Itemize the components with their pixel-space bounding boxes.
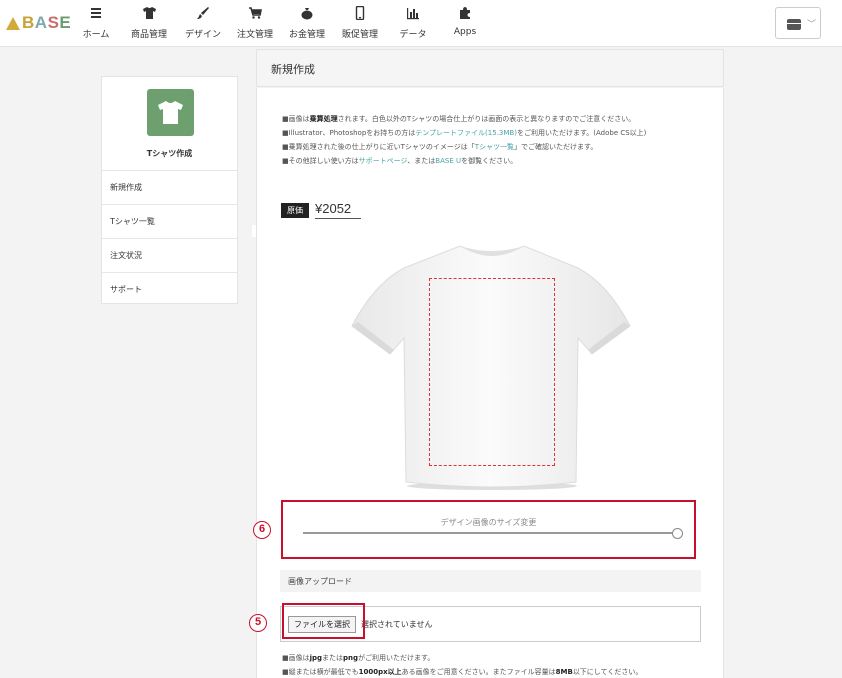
nav-label: デザイン [184,30,221,40]
format-note: ■画像はjpgまたはpngがご利用いただけます。 [282,654,435,662]
app-title: Tシャツ作成 [146,149,193,158]
money-bag-icon [277,6,337,22]
bar-chart-icon [383,6,443,22]
sidebar-item-new[interactable]: 新規作成 [102,170,237,204]
notice-line: ■乗算処理された後の仕上がりに近いTシャツのイメージは「Tシャツ一覧」でご確認い… [282,143,598,151]
step-badge-6: 6 [253,521,271,539]
top-bar: BASE ホーム 商品管理 デザイン 注文管理 お金管理 販促管理 データ Ap… [0,0,842,47]
template-file-link[interactable]: テンプレートファイル(15.3MB) [415,129,517,137]
sidebar-item-support[interactable]: サポート [102,272,237,306]
price-label: 原価 [281,202,309,218]
price-value: ¥2052 [315,201,362,219]
puzzle-icon [435,6,495,22]
sidebar-item-tshirt-list[interactable]: Tシャツ一覧 [102,204,237,238]
list-icon [66,6,126,22]
nav-label: 販促管理 [341,30,378,40]
tshirt-icon [119,6,179,22]
nav-orders[interactable]: 注文管理 [225,6,285,40]
page-title: 新規作成 [271,63,315,76]
file-status: 選択されていません [361,620,433,629]
size-slider-handle[interactable] [672,528,683,539]
support-page-link[interactable]: サポートページ [359,157,408,165]
tshirt-app-icon [147,89,194,136]
base-logo[interactable]: BASE [6,13,71,33]
size-note: ■縦または横が最低でも1000px以上ある画像をご用意ください。またファイル容量… [282,668,643,676]
base-u-link[interactable]: BASE U [435,157,461,165]
sidebar-item-order-status[interactable]: 注文状況 [102,238,237,272]
account-menu-button[interactable]: ﹀ [775,7,821,39]
nav-label: 注文管理 [236,30,273,40]
shop-icon [787,19,801,30]
brush-icon [173,6,233,22]
nav-label: お金管理 [288,30,325,40]
notice-line: ■画像は乗算処理されます。白色以外のTシャツの場合仕上がりは画面の表示と異なりま… [282,115,636,123]
smartphone-icon [330,6,390,22]
nav-data[interactable]: データ [383,6,443,40]
nav-apps[interactable]: Apps [435,6,495,37]
cart-icon [225,6,285,22]
notice-line: ■Illustrator、Photoshopをお持ちの方はテンプレートファイル(… [282,129,647,137]
upload-section-header: 画像アップロード [280,570,701,592]
logo-tent-icon [6,16,20,30]
logo-text: BASE [22,13,72,32]
nav-home[interactable]: ホーム [66,6,126,40]
nav-design[interactable]: デザイン [173,6,233,40]
nav-products[interactable]: 商品管理 [119,6,179,40]
cost-price: 原価 ¥2052 [281,201,362,219]
tshirt-list-link[interactable]: Tシャツ一覧 [475,143,514,151]
resize-slider-highlight: デザイン画像のサイズ変更 [281,500,696,559]
nav-label: Apps [453,27,477,37]
choose-file-highlight [282,603,365,639]
panel-header: 新規作成 [256,49,724,87]
slider-label: デザイン画像のサイズ変更 [440,518,537,527]
nav-label: データ [399,30,427,40]
print-area-guide[interactable] [429,278,555,466]
nav-label: 商品管理 [130,30,167,40]
upload-title: 画像アップロード [288,577,352,586]
step-badge-5: 5 [249,614,267,632]
nav-money[interactable]: お金管理 [277,6,337,40]
notice-line: ■その他詳しい使い方はサポートページ、またはBASE Uを御覧ください。 [282,157,518,165]
sidebar: Tシャツ作成 新規作成 Tシャツ一覧 注文状況 サポート [101,76,238,304]
nav-promotion[interactable]: 販促管理 [330,6,390,40]
chevron-down-icon: ﹀ [807,20,817,30]
size-slider-track[interactable] [303,532,679,534]
nav-label: ホーム [82,30,110,40]
